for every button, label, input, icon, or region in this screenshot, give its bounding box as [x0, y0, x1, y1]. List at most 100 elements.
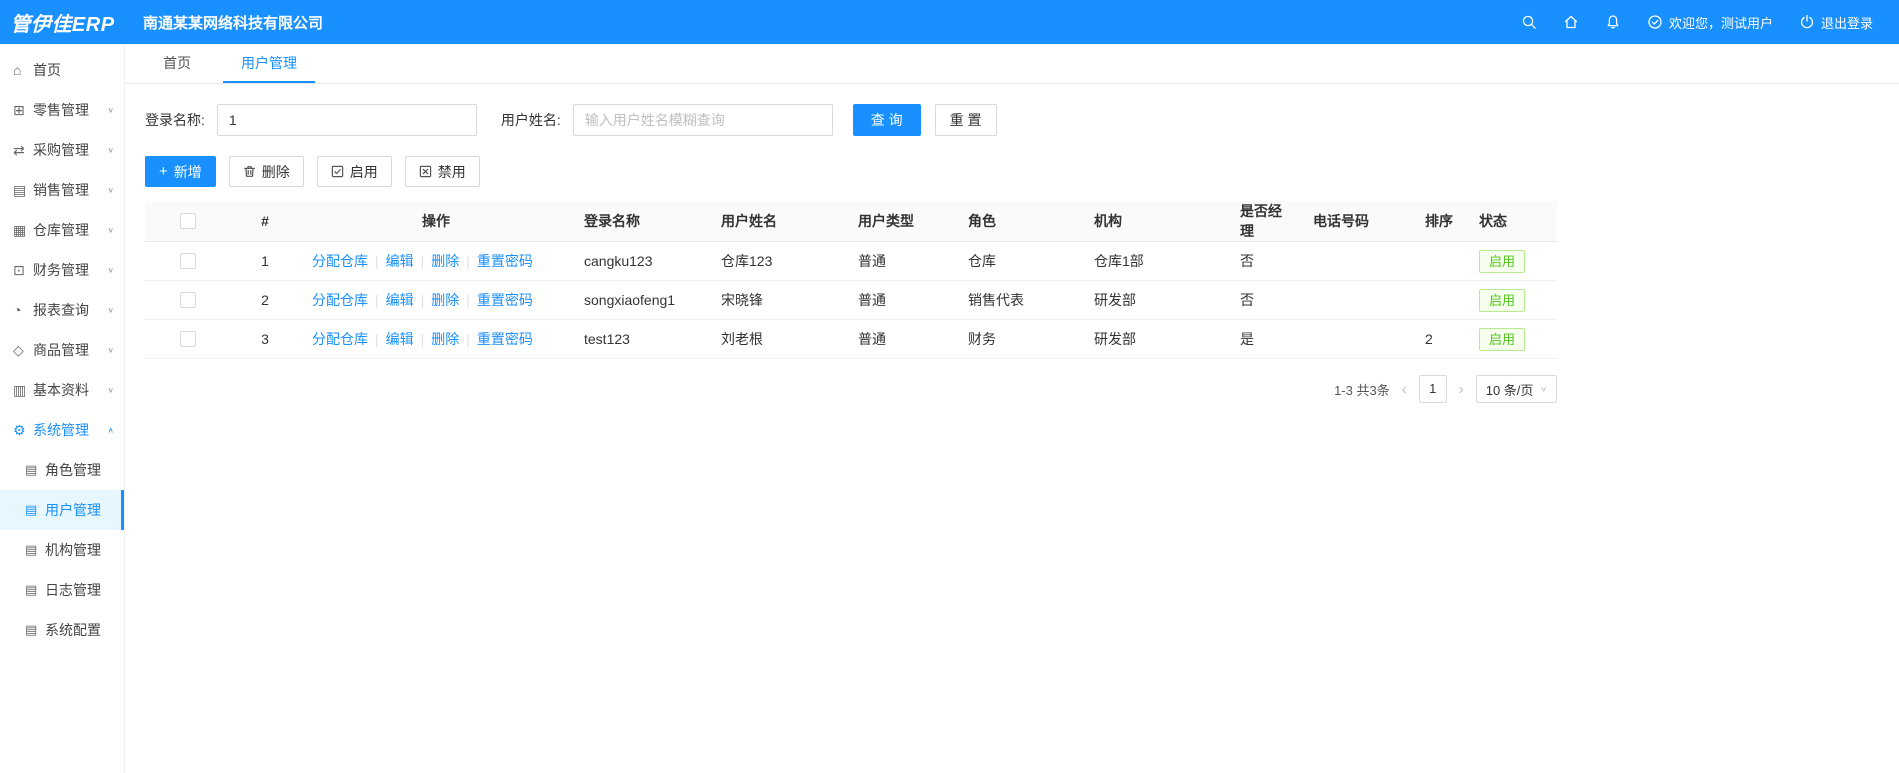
sidebar-item-label: 报表查询 [33, 302, 89, 318]
cell-org: 研发部 [1082, 319, 1228, 359]
chevron-down-icon: ∨ [1540, 384, 1547, 393]
cell-name: 仓库123 [709, 241, 846, 281]
log-icon: ▤ [25, 582, 38, 597]
delete-button[interactable]: 删除 [228, 156, 304, 187]
cell-org: 仓库1部 [1082, 241, 1228, 281]
logout-button[interactable]: 退出登录 [1799, 13, 1873, 32]
sidebar-item-home[interactable]: ⌂ 首页 [0, 50, 124, 90]
divider: | [375, 292, 379, 308]
sidebar-item-finance[interactable]: ⊡ 财务管理 ∨ [0, 250, 124, 290]
next-page-icon[interactable]: › [1457, 381, 1466, 398]
user-name-input[interactable] [572, 104, 833, 136]
finance-icon: ⊡ [13, 261, 25, 278]
logout-text: 退出登录 [1820, 15, 1873, 31]
reset-button[interactable]: 重 置 [934, 104, 997, 136]
bell-icon[interactable] [1605, 14, 1621, 30]
app-logo: 管伊佳ERP [10, 13, 115, 36]
prev-page-icon[interactable]: ‹ [1400, 381, 1409, 398]
row-actions: 分配仓库 | 编辑 | 删除 | 重置密码 [300, 280, 572, 320]
sidebar-item-system[interactable]: ⚙ 系统管理 ∧ [0, 410, 124, 450]
user-table-wrap: # 操作 登录名称 用户姓名 用户类型 角色 机构 是否经理 电话号码 排序 状… [145, 201, 1557, 403]
row-checkbox[interactable] [179, 292, 196, 308]
edit-link[interactable]: 编辑 [386, 292, 414, 308]
edit-link[interactable]: 编辑 [386, 331, 414, 347]
reset-password-link[interactable]: 重置密码 [477, 292, 533, 308]
sidebar-item-org[interactable]: ▤ 机构管理 [0, 530, 124, 570]
welcome-text: 欢迎您，测试用户 [1668, 15, 1773, 31]
sidebar-item-role[interactable]: ▤ 角色管理 [0, 450, 124, 490]
purchase-icon: ⇄ [13, 141, 25, 158]
page-size-select[interactable]: 10 条/页 ∨ [1475, 375, 1557, 403]
add-button[interactable]: + 新增 [145, 156, 216, 187]
sidebar-item-warehouse[interactable]: ▦ 仓库管理 ∨ [0, 210, 124, 250]
cell-phone [1301, 280, 1413, 320]
role-icon: ▤ [25, 462, 38, 477]
sidebar-item-label: 销售管理 [33, 182, 89, 198]
delete-link[interactable]: 删除 [431, 292, 459, 308]
col-header-name: 用户姓名 [709, 201, 846, 242]
delete-link[interactable]: 删除 [431, 331, 459, 347]
disable-button[interactable]: 禁用 [404, 156, 480, 187]
company-name: 南通某某网络科技有限公司 [143, 14, 324, 32]
action-toolbar: + 新增 删除 启用 禁用 [145, 156, 1879, 187]
assign-warehouse-link[interactable]: 分配仓库 [312, 253, 368, 269]
user-table: # 操作 登录名称 用户姓名 用户类型 角色 机构 是否经理 电话号码 排序 状… [145, 201, 1557, 359]
col-header-sort: 排序 [1413, 201, 1467, 242]
sidebar-item-goods[interactable]: ◇ 商品管理 ∨ [0, 330, 124, 370]
user-icon: ▤ [25, 502, 38, 517]
divider: | [420, 292, 425, 308]
home-icon[interactable] [1563, 14, 1579, 30]
basedata-icon: ▥ [13, 381, 27, 398]
sidebar-item-config[interactable]: ▤ 系统配置 [0, 610, 124, 650]
select-all-checkbox[interactable] [179, 213, 196, 229]
sidebar-item-basedata[interactable]: ▥ 基本资料 ∨ [0, 370, 124, 410]
cell-login: cangku123 [572, 241, 709, 281]
row-checkbox[interactable] [179, 253, 196, 269]
user-name-label: 用户姓名: [500, 112, 561, 128]
sidebar-item-label: 首页 [33, 62, 61, 78]
reset-password-link[interactable]: 重置密码 [477, 253, 533, 269]
login-name-input[interactable] [216, 104, 477, 136]
delete-link[interactable]: 删除 [431, 253, 459, 269]
sidebar-item-users[interactable]: ▤ 用户管理 [0, 490, 124, 530]
sidebar-item-purchase[interactable]: ⇄ 采购管理 ∨ [0, 130, 124, 170]
col-header-manager: 是否经理 [1228, 201, 1301, 242]
chevron-up-icon: ∧ [107, 425, 114, 434]
reset-password-link[interactable]: 重置密码 [477, 331, 533, 347]
cell-manager: 否 [1228, 241, 1301, 281]
sidebar-item-label: 角色管理 [45, 462, 101, 478]
sidebar-item-sales[interactable]: ▤ 销售管理 ∨ [0, 170, 124, 210]
chevron-down-icon: ∨ [107, 145, 114, 154]
pagination-total: 1-3 共3条 [1334, 382, 1390, 398]
col-header-phone: 电话号码 [1301, 201, 1413, 242]
home-icon: ⌂ [13, 62, 22, 78]
col-header-type: 用户类型 [846, 201, 956, 242]
assign-warehouse-link[interactable]: 分配仓库 [312, 331, 368, 347]
enable-button[interactable]: 启用 [316, 156, 392, 187]
sidebar-item-label: 系统管理 [33, 422, 89, 438]
sidebar-item-label: 基本资料 [33, 382, 89, 398]
assign-warehouse-link[interactable]: 分配仓库 [312, 292, 368, 308]
topbar: 管伊佳ERP 南通某某网络科技有限公司 欢迎您，测试用户 退出登录 [0, 0, 1899, 44]
sidebar-item-retail[interactable]: ⊞ 零售管理 ∨ [0, 90, 124, 130]
main-area: 首页 用户管理 登录名称: 用户姓名: 查 询 重 置 + 新增 [125, 44, 1899, 773]
row-checkbox[interactable] [179, 331, 196, 347]
cell-sort [1413, 241, 1467, 281]
tab-home[interactable]: 首页 [145, 44, 209, 83]
tabbar: 首页 用户管理 [125, 44, 1899, 84]
config-icon: ▤ [25, 622, 38, 637]
cell-phone [1301, 241, 1413, 281]
search-button[interactable]: 查 询 [852, 104, 921, 136]
org-icon: ▤ [25, 542, 38, 557]
tab-user-management[interactable]: 用户管理 [223, 44, 315, 83]
cell-login: songxiaofeng1 [572, 280, 709, 320]
row-actions: 分配仓库 | 编辑 | 删除 | 重置密码 [300, 241, 572, 281]
search-icon[interactable] [1521, 14, 1537, 30]
edit-link[interactable]: 编辑 [386, 253, 414, 269]
sidebar-item-log[interactable]: ▤ 日志管理 [0, 570, 124, 610]
divider: | [420, 331, 425, 347]
sidebar-item-reports[interactable]: ◔ 报表查询 ∨ [0, 290, 124, 330]
col-header-num: # [230, 201, 300, 242]
page-number[interactable]: 1 [1418, 375, 1447, 403]
welcome-user[interactable]: 欢迎您，测试用户 [1647, 13, 1773, 32]
